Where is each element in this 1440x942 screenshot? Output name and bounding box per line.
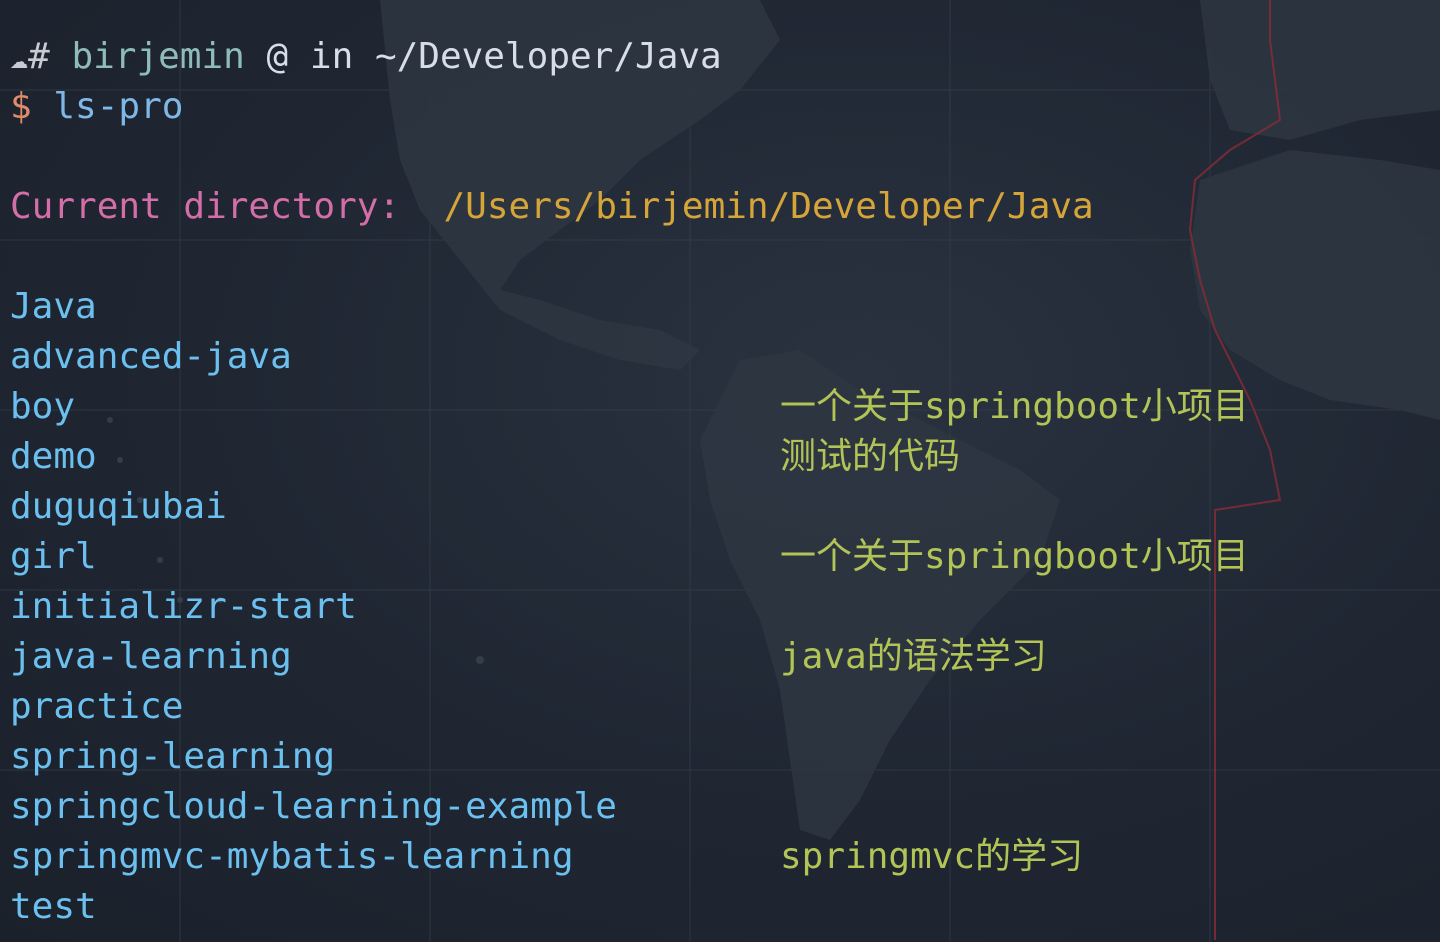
entry-name: duguqiubai <box>10 486 227 527</box>
current-directory-label: Current directory: <box>10 186 401 227</box>
entry-note: java的语法学习 <box>780 636 1047 677</box>
list-item[interactable]: test <box>10 882 1440 932</box>
list-item[interactable]: practice <box>10 682 1440 732</box>
current-directory-line: Current directory: /Users/birjemin/Devel… <box>10 182 1440 232</box>
entry-name: practice <box>10 686 184 727</box>
prompt-in: in <box>309 36 354 77</box>
prompt-line: ☁# birjemin @ in ~/Developer/Java <box>10 32 1440 82</box>
entry-note: 一个关于springboot小项目 <box>780 386 1249 427</box>
entry-name: Java <box>10 286 97 327</box>
list-item[interactable]: java-learning java的语法学习 <box>10 632 1440 682</box>
command-text: ls-pro <box>53 86 184 127</box>
list-item[interactable]: Java <box>10 282 1440 332</box>
entry-name: test <box>10 886 97 927</box>
terminal-output: ☁# birjemin @ in ~/Developer/Java $ ls-p… <box>0 0 1440 932</box>
dollar-sign: $ <box>10 86 32 127</box>
list-item[interactable]: springcloud-learning-example <box>10 782 1440 832</box>
entry-name: java-learning <box>10 636 292 677</box>
entry-name: initializr-start <box>10 586 357 627</box>
list-item[interactable]: girl 一个关于springboot小项目 <box>10 532 1440 582</box>
entry-name: springcloud-learning-example <box>10 786 617 827</box>
list-item[interactable]: initializr-start <box>10 582 1440 632</box>
entry-name: demo <box>10 436 97 477</box>
prompt-hash: # <box>28 36 50 77</box>
directory-listing: Java advanced-java boy 一个关于springboot小项目 … <box>10 282 1440 932</box>
list-item[interactable]: boy 一个关于springboot小项目 <box>10 382 1440 432</box>
list-item[interactable]: spring-learning <box>10 732 1440 782</box>
entry-name: advanced-java <box>10 336 292 377</box>
list-item[interactable]: demo 测试的代码 <box>10 432 1440 482</box>
current-directory-path: /Users/birjemin/Developer/Java <box>443 186 1094 227</box>
prompt-user: birjemin <box>71 36 245 77</box>
entry-name: springmvc-mybatis-learning <box>10 836 574 877</box>
entry-note: springmvc的学习 <box>780 836 1084 877</box>
terminal-window[interactable]: ☁# birjemin @ in ~/Developer/Java $ ls-p… <box>0 0 1440 942</box>
entry-name: girl <box>10 536 97 577</box>
cloud-icon: ☁ <box>10 41 29 76</box>
entry-note: 一个关于springboot小项目 <box>780 536 1249 577</box>
list-item[interactable]: advanced-java <box>10 332 1440 382</box>
prompt-at: @ <box>266 36 289 77</box>
entry-name: boy <box>10 386 76 427</box>
entry-name: spring-learning <box>10 736 336 777</box>
command-line[interactable]: $ ls-pro <box>10 82 1440 132</box>
list-item[interactable]: springmvc-mybatis-learning springmvc的学习 <box>10 832 1440 882</box>
entry-note: 测试的代码 <box>780 436 961 477</box>
prompt-path: ~/Developer/Java <box>374 36 722 77</box>
list-item[interactable]: duguqiubai <box>10 482 1440 532</box>
